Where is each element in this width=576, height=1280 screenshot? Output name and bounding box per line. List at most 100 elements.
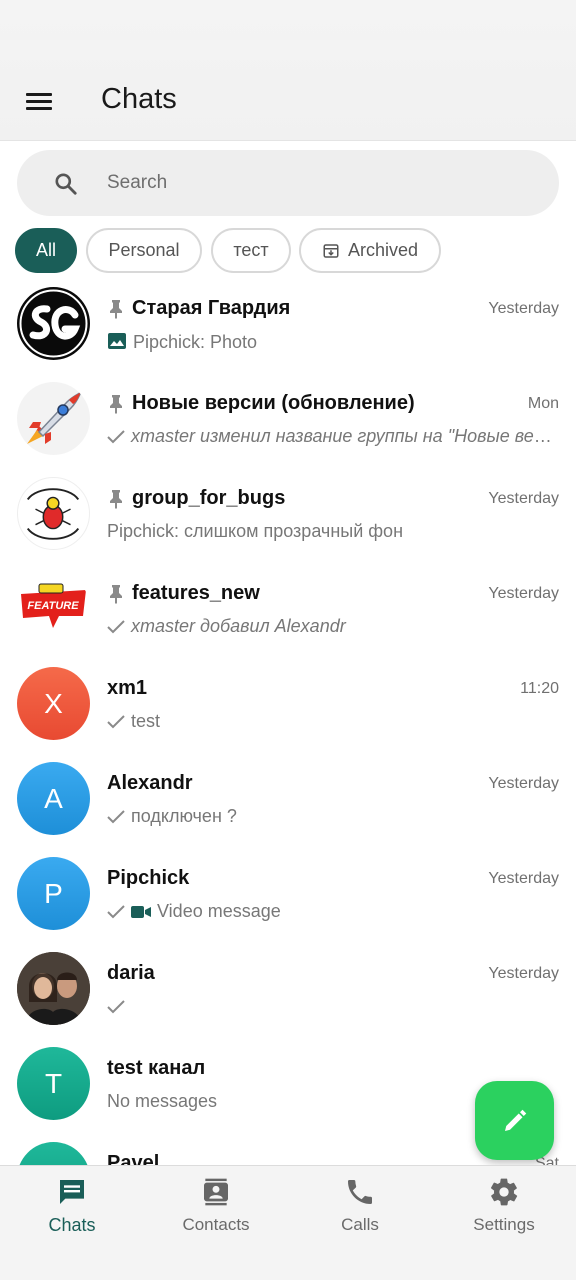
chat-row[interactable]: group_for_bugs Yesterday Pipchick: слишк… xyxy=(0,475,576,570)
chat-preview-text: No messages xyxy=(107,1091,218,1111)
compose-button[interactable] xyxy=(475,1081,554,1160)
chat-row[interactable]: Старая Гвардия Yesterday Pipchick: Photo xyxy=(0,285,576,380)
chat-row[interactable]: FEATURE features_new Yesterday xmaster д… xyxy=(0,570,576,665)
search-input[interactable] xyxy=(107,168,527,198)
chat-preview-text: Pipchick: слишком прозрачный фон xyxy=(107,521,404,541)
chat-name: Pipchick xyxy=(107,867,190,889)
avatar xyxy=(17,477,90,550)
pin-icon xyxy=(110,585,122,604)
rocket-icon xyxy=(27,391,82,444)
chat-time: Yesterday xyxy=(488,490,559,507)
avatar: X xyxy=(17,667,90,740)
filter-test[interactable]: тест xyxy=(211,228,291,273)
chat-preview: подключен ? xyxy=(107,806,557,827)
nav-settings[interactable]: Settings xyxy=(432,1166,576,1266)
check-icon xyxy=(107,810,125,824)
avatar-letter: A xyxy=(44,782,63,814)
chat-preview: xmaster добавил Alexandr xyxy=(107,616,557,637)
chat-preview-text: test xyxy=(131,711,161,731)
chat-time: Yesterday xyxy=(488,965,559,982)
nav-chats-label: Chats xyxy=(48,1215,96,1235)
chat-preview: test xyxy=(107,711,557,732)
chat-time: Yesterday xyxy=(488,300,559,317)
svg-text:FEATURE: FEATURE xyxy=(27,600,79,612)
chat-preview xyxy=(107,996,557,1017)
filter-all[interactable]: All xyxy=(15,228,77,273)
chat-row[interactable]: A Alexandr Yesterday подключен ? xyxy=(0,760,576,855)
contacts-icon xyxy=(204,1178,228,1206)
chat-row[interactable]: P Pipchick Yesterday Video message xyxy=(0,855,576,950)
avatar: P xyxy=(17,857,90,930)
avatar: FEATURE xyxy=(17,572,90,645)
search-bar[interactable] xyxy=(17,150,559,216)
bug-logo-icon xyxy=(26,488,80,540)
chat-time: Yesterday xyxy=(488,585,559,602)
pin-icon xyxy=(110,300,122,319)
video-icon xyxy=(131,906,151,918)
chat-row[interactable]: Новые версии (обновление) Mon xmaster из… xyxy=(0,380,576,475)
chat-name: Новые версии (обновление) xyxy=(132,392,415,414)
check-icon xyxy=(107,1000,125,1014)
chat-time: 11:20 xyxy=(520,680,559,697)
chat-row[interactable]: X xm1 11:20 test xyxy=(0,665,576,760)
chat-name: group_for_bugs xyxy=(132,487,286,509)
app-header: Chats xyxy=(0,0,576,141)
gear-icon xyxy=(490,1178,518,1206)
avatar xyxy=(17,952,90,1025)
filter-archived[interactable]: Archived xyxy=(299,228,441,273)
avatar-letter: X xyxy=(44,687,63,719)
menu-icon[interactable] xyxy=(20,80,58,122)
chat-name: Alexandr xyxy=(107,772,193,794)
filter-archived-label: Archived xyxy=(347,240,419,260)
photo-icon xyxy=(108,333,126,349)
nav-calls[interactable]: Calls xyxy=(288,1166,432,1266)
avatar-letter: T xyxy=(44,1067,63,1099)
user-photo-icon xyxy=(17,952,90,1025)
filter-personal-label: Personal xyxy=(108,240,180,260)
nav-contacts-label: Contacts xyxy=(182,1215,250,1234)
avatar: T xyxy=(17,1047,90,1120)
chat-preview-text: xmaster добавил Alexandr xyxy=(131,616,346,636)
check-icon xyxy=(107,430,125,444)
chat-preview-text: xmaster изменил название группы на "Новы… xyxy=(131,426,557,446)
chat-preview: Video message xyxy=(107,901,557,922)
filter-test-label: тест xyxy=(233,240,269,260)
chat-row[interactable]: daria Yesterday xyxy=(0,950,576,1045)
sg-logo-icon xyxy=(19,289,88,358)
chat-time: Yesterday xyxy=(488,870,559,887)
feature-banner-icon: FEATURE xyxy=(21,583,86,628)
chat-preview-text: подключен ? xyxy=(131,806,237,826)
chat-bubble-icon xyxy=(60,1180,84,1204)
archive-icon xyxy=(323,243,339,258)
nav-chats[interactable]: Chats xyxy=(0,1166,144,1266)
page-title: Chats xyxy=(101,83,177,115)
chat-time: Mon xyxy=(527,395,559,412)
pencil-icon xyxy=(504,1109,526,1131)
chat-preview-text: Pipchick: Photo xyxy=(133,332,258,352)
phone-icon xyxy=(348,1180,372,1204)
chat-name: daria xyxy=(107,962,155,984)
avatar: A xyxy=(17,762,90,835)
chat-name: xm1 xyxy=(107,677,148,699)
filter-personal[interactable]: Personal xyxy=(86,228,202,273)
search-icon xyxy=(55,173,77,195)
nav-calls-label: Calls xyxy=(341,1215,379,1234)
pin-icon xyxy=(110,490,122,509)
check-icon xyxy=(107,905,125,919)
avatar xyxy=(17,287,90,360)
pin-icon xyxy=(110,395,122,414)
check-icon xyxy=(107,715,125,729)
bottom-nav: Chats Contacts Calls Settings xyxy=(0,1165,576,1280)
check-icon xyxy=(107,620,125,634)
avatar-letter: P xyxy=(44,877,63,909)
chat-time: Yesterday xyxy=(488,775,559,792)
chat-preview: Pipchick: Photo xyxy=(107,331,557,353)
chat-preview-text: Video message xyxy=(157,901,281,921)
chat-name: test канал xyxy=(107,1057,206,1079)
chat-preview: xmaster изменил название группы на "Новы… xyxy=(107,426,557,447)
avatar xyxy=(17,382,90,455)
chat-preview: Pipchick: слишком прозрачный фон xyxy=(107,521,557,542)
app-root: Chats All Personal тест Archived xyxy=(0,0,576,1280)
nav-settings-label: Settings xyxy=(473,1215,535,1234)
nav-contacts[interactable]: Contacts xyxy=(144,1166,288,1266)
